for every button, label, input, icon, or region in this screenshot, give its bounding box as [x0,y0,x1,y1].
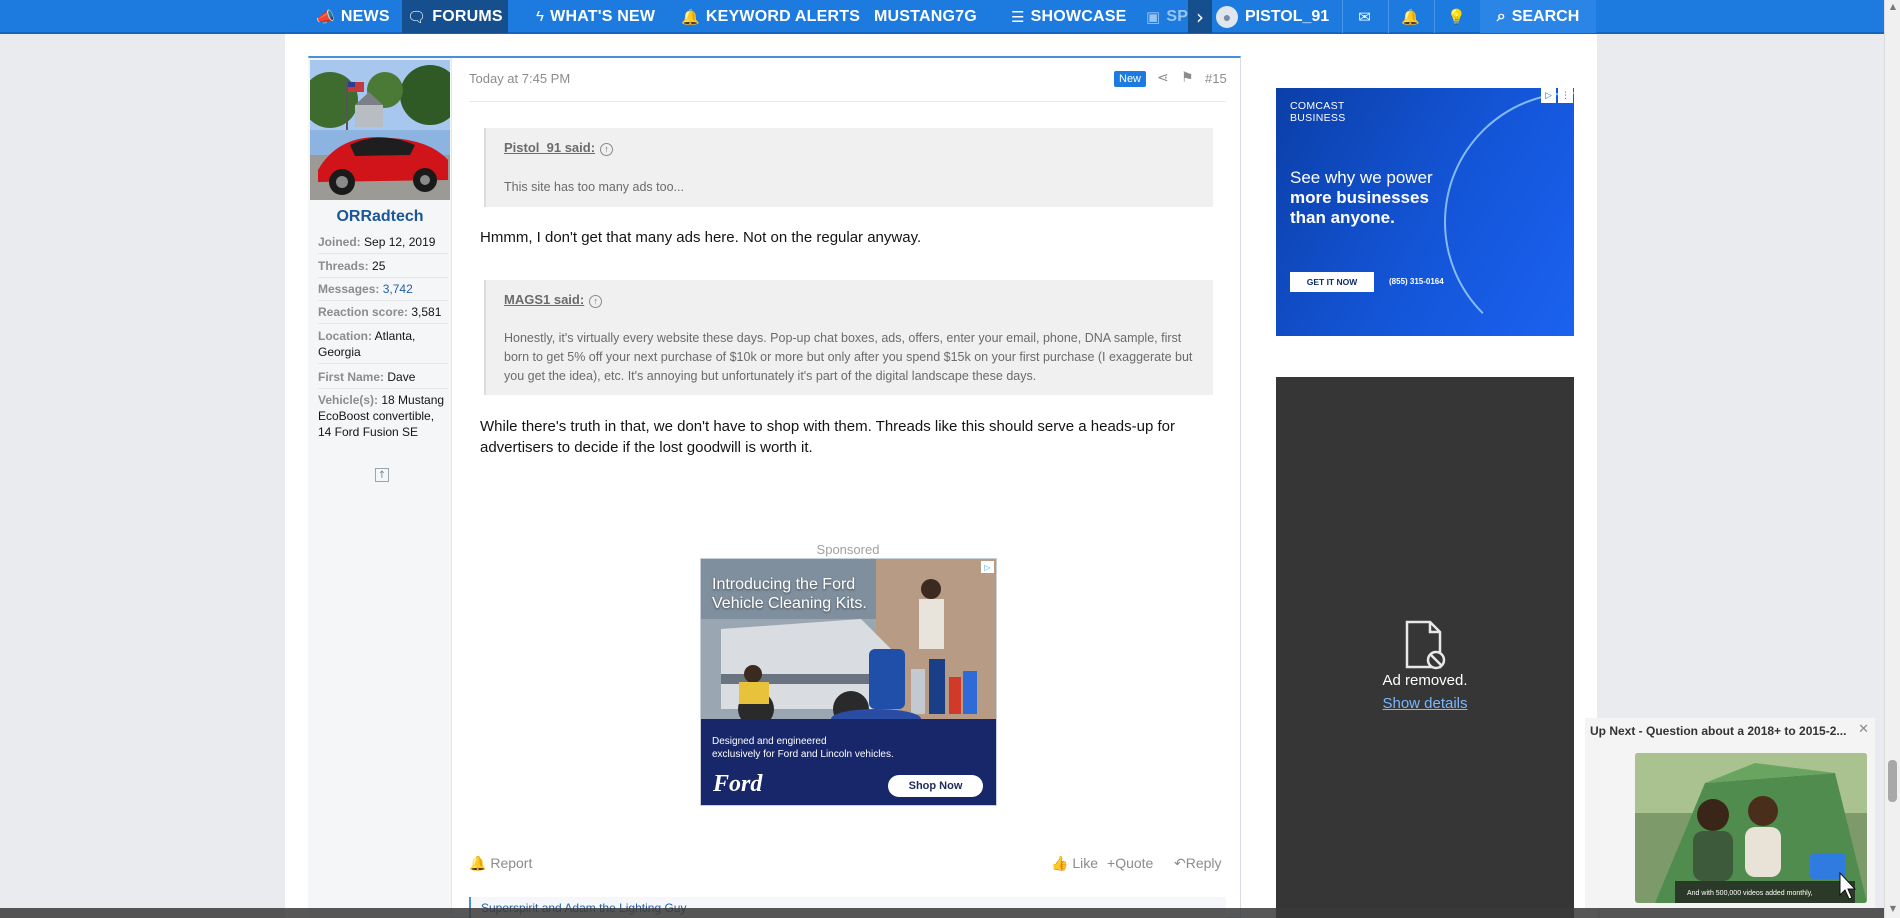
sponsored-label: Sponsored [816,542,880,557]
nav-news[interactable]: 📣 NEWS [316,0,390,33]
scrollbar-thumb[interactable] [1888,760,1897,802]
ford-ad[interactable]: Introducing the Ford Vehicle Cleaning Ki… [700,558,997,806]
search-icon: ⌕ [1496,7,1506,25]
share-icon[interactable]: ⋖ [1157,70,1169,86]
alerts-bell-icon[interactable]: 🔔 [1388,0,1432,33]
more-options-icon[interactable]: ⋮ [1558,88,1573,103]
arrow-up-circle-icon: ↑ [589,295,603,308]
scroll-up-arrow-icon[interactable]: ▲ [1888,2,1898,11]
scroll-down-arrow-icon[interactable]: ▼ [1888,904,1898,913]
user-avatar[interactable] [310,60,450,200]
search-button[interactable]: ⌕ SEARCH [1480,0,1596,33]
comcast-tagline: See why we power more businesses than an… [1290,168,1433,227]
thumbnail-caption: And with 500,000 videos added monthly, [1687,890,1813,897]
post-date[interactable]: Today at 7:45 PM [469,71,570,86]
adchoices-icon[interactable]: ▷ [981,561,994,573]
close-icon[interactable]: ✕ [1858,722,1869,737]
quote-block: Pistol_91 said: ↑ This site has too many … [484,128,1213,207]
nav-mustang7g[interactable]: MUSTANG7G [874,0,977,33]
adchoices-icon[interactable]: ▷ [1541,88,1556,103]
post-body-text: Hmmm, I don't get that many ads here. No… [480,229,922,246]
video-thumbnail-image: And with 500,000 videos added monthly, [1635,753,1867,903]
ad-subtext: Designed and engineered exclusively for … [712,736,894,760]
bell-icon: 🔔 [681,8,700,26]
get-it-now-button[interactable]: GET IT NOW [1290,272,1374,292]
quote-author-link[interactable]: Pistol_91 said: ↑ [504,140,614,156]
comcast-ad[interactable]: COMCAST BUSINESS See why we power more b… [1276,88,1574,336]
user-location: Location: Atlanta, Georgia [318,328,448,364]
up-next-video[interactable]: Up Next - Question about a 2018+ to 2015… [1585,718,1875,908]
divider [469,101,1226,102]
nav-showcase[interactable]: ☰ SHOWCASE [1011,0,1126,33]
reply-arrow-icon: ↶ [1174,855,1186,871]
user-reaction-score: Reaction score: 3,581 [318,304,448,324]
ad-options: ▷ ⋮ [1541,88,1573,104]
bell-icon: 🔔 [469,855,487,871]
avatar-photo [310,60,450,200]
quote-block: MAGS1 said: ↑ Honestly, it's virtually ev… [484,280,1213,395]
show-details-link[interactable]: Show details [1276,695,1574,712]
megaphone-icon: 📣 [316,8,335,26]
bookmark-icon[interactable]: ⚑ [1181,70,1194,86]
nav-forums[interactable]: 🗨 FORUMS [402,0,508,33]
user-first-name: First Name: Dave [318,369,448,389]
ad-removed-message: Ad removed. [1382,672,1468,689]
quote-author-link[interactable]: MAGS1 said: ↑ [504,292,603,308]
user-threads: Threads: 25 [318,258,448,278]
ad-headline: Introducing the Ford Vehicle Cleaning Ki… [712,576,867,612]
user-messages: Messages: 3,742 [318,281,448,301]
user-vehicles: Vehicle(s): 18 Mustang EcoBoost converti… [318,393,445,439]
comcast-phone: (855) 315-0164 [1389,277,1444,286]
nav-scroll-right-icon[interactable]: › [1188,0,1212,33]
user-joined: Joined: Sep 12, 2019 [318,234,448,254]
nav-whats-new[interactable]: ϟ WHAT'S NEW [536,0,655,33]
post-body-text: While there's truth in that, we don't ha… [480,418,1175,456]
scrollbar[interactable]: ▲ ▼ [1884,0,1900,918]
comcast-brand: COMCAST BUSINESS [1290,100,1346,124]
ad-removed-panel: Ad removed. Show details [1276,377,1574,918]
quote-button[interactable]: +Quote [1107,855,1153,871]
user-avatar-icon: ● [1216,5,1238,28]
report-link[interactable]: 🔔 Report [469,855,532,872]
messages-link[interactable]: 3,742 [383,282,413,296]
reply-button[interactable]: ↶Reply [1174,855,1222,872]
thumbs-up-icon: 👍 [1051,855,1069,871]
nav-keyword-alerts[interactable]: 🔔 KEYWORD ALERTS [681,0,860,33]
arrow-up-circle-icon: ↑ [600,143,614,156]
blocked-file-icon [1405,620,1446,670]
post-number[interactable]: #15 [1205,71,1227,86]
user-menu[interactable]: ● PISTOL_91 [1216,0,1329,33]
plus-icon: + [1107,855,1116,871]
decorative-arc [1444,92,1574,336]
video-thumbnail[interactable]: And with 500,000 videos added monthly, [1635,753,1867,903]
up-next-title: Up Next - Question about a 2018+ to 2015… [1590,724,1847,738]
top-navigation: 📣 NEWS 🗨 FORUMS ϟ WHAT'S NEW 🔔 KEYWORD A… [0,0,1888,34]
username-link[interactable]: ORRadtech [310,208,450,226]
lightbulb-icon[interactable]: 💡 [1434,0,1478,33]
arrow-up-icon[interactable]: ↑ [375,468,389,482]
chat-bubbles-icon: 🗨 [407,8,427,26]
ford-logo: Ford [713,771,763,797]
nav-sports[interactable]: ▣ SPO [1146,0,1192,33]
bottom-bar [0,908,1884,918]
quote-text: This site has too many ads too... [504,180,684,194]
like-button[interactable]: 👍 Like [1051,855,1098,872]
bolt-icon: ϟ [536,8,545,25]
shop-now-button[interactable]: Shop Now [888,775,983,797]
camera-icon: ▣ [1146,8,1161,26]
list-icon: ☰ [1011,8,1025,26]
inbox-icon[interactable]: ✉ [1342,0,1386,33]
quote-text: Honestly, it's virtually every website t… [504,331,1193,383]
new-badge: New [1114,71,1147,87]
